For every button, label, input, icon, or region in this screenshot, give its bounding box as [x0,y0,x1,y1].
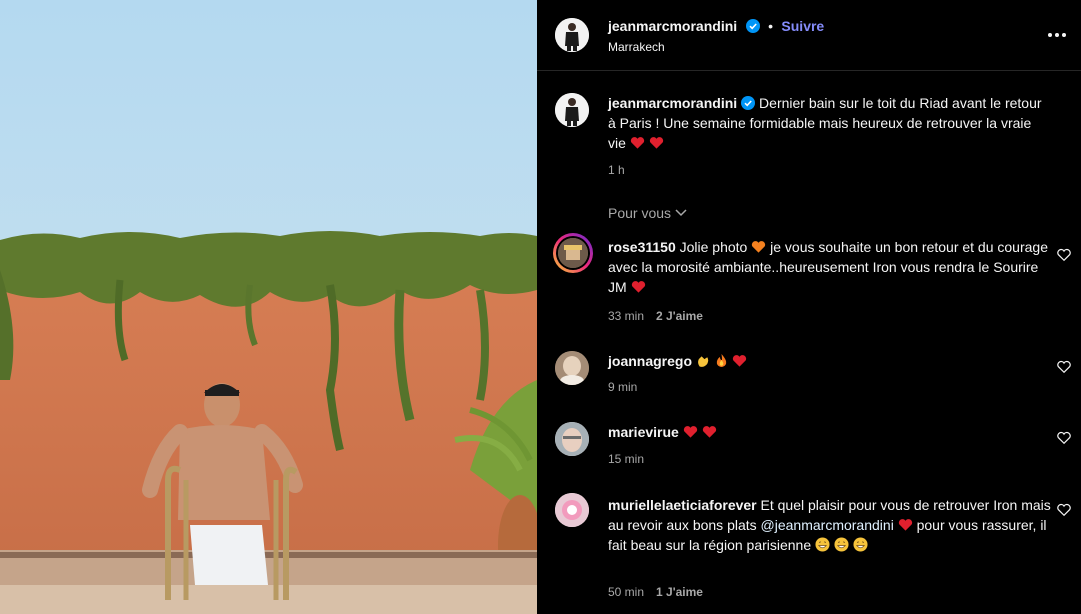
comment-time[interactable]: 9 min [608,380,637,394]
post-header: jeanmarcmorandini • Suivre Marrakech [537,0,1081,71]
commenter-avatar-story-ring[interactable] [553,233,593,273]
comment-time[interactable]: 15 min [608,452,644,466]
comment-body: marievirue [608,422,1048,442]
orange-heart-emoji-icon [752,241,766,253]
red-heart-emoji-icon [898,519,912,531]
sort-label: Pour vous [608,205,672,221]
red-heart-emoji-icon [732,355,746,367]
red-heart-emoji-icon [649,137,663,149]
comment-likes[interactable]: 2 J'aime [656,309,703,323]
comment-body: joannagrego [608,351,1048,373]
comment-username[interactable]: marievirue [608,424,679,440]
clapping-hands-emoji-icon [696,353,711,373]
comment-username[interactable]: muriellelaeticiaforever [608,497,757,513]
red-heart-emoji-icon [630,137,644,149]
comment-username[interactable]: rose31150 [608,239,676,255]
post-caption: jeanmarcmorandini Dernier bain sur le to… [608,93,1048,153]
comments-panel: jeanmarcmorandini • Suivre Marrakech jea… [537,0,1081,614]
commenter-avatar[interactable] [555,493,589,527]
caption-username[interactable]: jeanmarcmorandini [608,95,737,111]
comment-body: muriellelaeticiaforever Et quel plaisir … [608,495,1053,555]
separator-dot: • [768,18,773,34]
grinning-face-emoji-icon [834,537,849,552]
comment-likes[interactable]: 1 J'aime [656,585,703,599]
author-username[interactable]: jeanmarcmorandini [608,18,737,34]
like-heart-icon[interactable] [1057,248,1071,262]
like-heart-icon[interactable] [1057,431,1071,445]
post-photo [0,0,537,614]
author-avatar[interactable] [555,18,589,52]
verified-badge-icon [745,19,760,33]
more-options-icon[interactable] [1046,26,1068,44]
like-heart-icon[interactable] [1057,360,1071,374]
follow-button[interactable]: Suivre [781,18,824,34]
red-heart-emoji-icon [702,426,716,438]
comment-body: rose31150 Jolie photo je vous souhaite u… [608,237,1048,297]
comment-meta: 50 min 1 J'aime [608,585,703,599]
sort-dropdown[interactable]: Pour vous [608,205,687,221]
chevron-down-icon [675,209,687,217]
grinning-face-emoji-icon [815,537,830,552]
like-heart-icon[interactable] [1057,503,1071,517]
comment-username[interactable]: joannagrego [608,353,692,369]
pool-scene-image [0,0,537,614]
commenter-avatar[interactable] [555,422,589,456]
grinning-face-emoji-icon [853,537,868,552]
mention-link[interactable]: @jeanmarcmorandini [761,517,894,533]
comment-meta: 33 min 2 J'aime [608,309,703,323]
comment-time[interactable]: 50 min [608,585,644,599]
verified-badge-icon [741,96,756,110]
comment-time[interactable]: 33 min [608,309,644,323]
commenter-avatar[interactable] [555,351,589,385]
red-heart-emoji-icon [631,281,645,293]
caption-time[interactable]: 1 h [608,163,625,177]
caption-avatar[interactable] [555,93,589,127]
red-heart-emoji-icon [683,426,697,438]
location-label[interactable]: Marrakech [608,40,665,54]
comment-text: Jolie photo [679,239,748,255]
fire-emoji-icon [715,353,728,373]
